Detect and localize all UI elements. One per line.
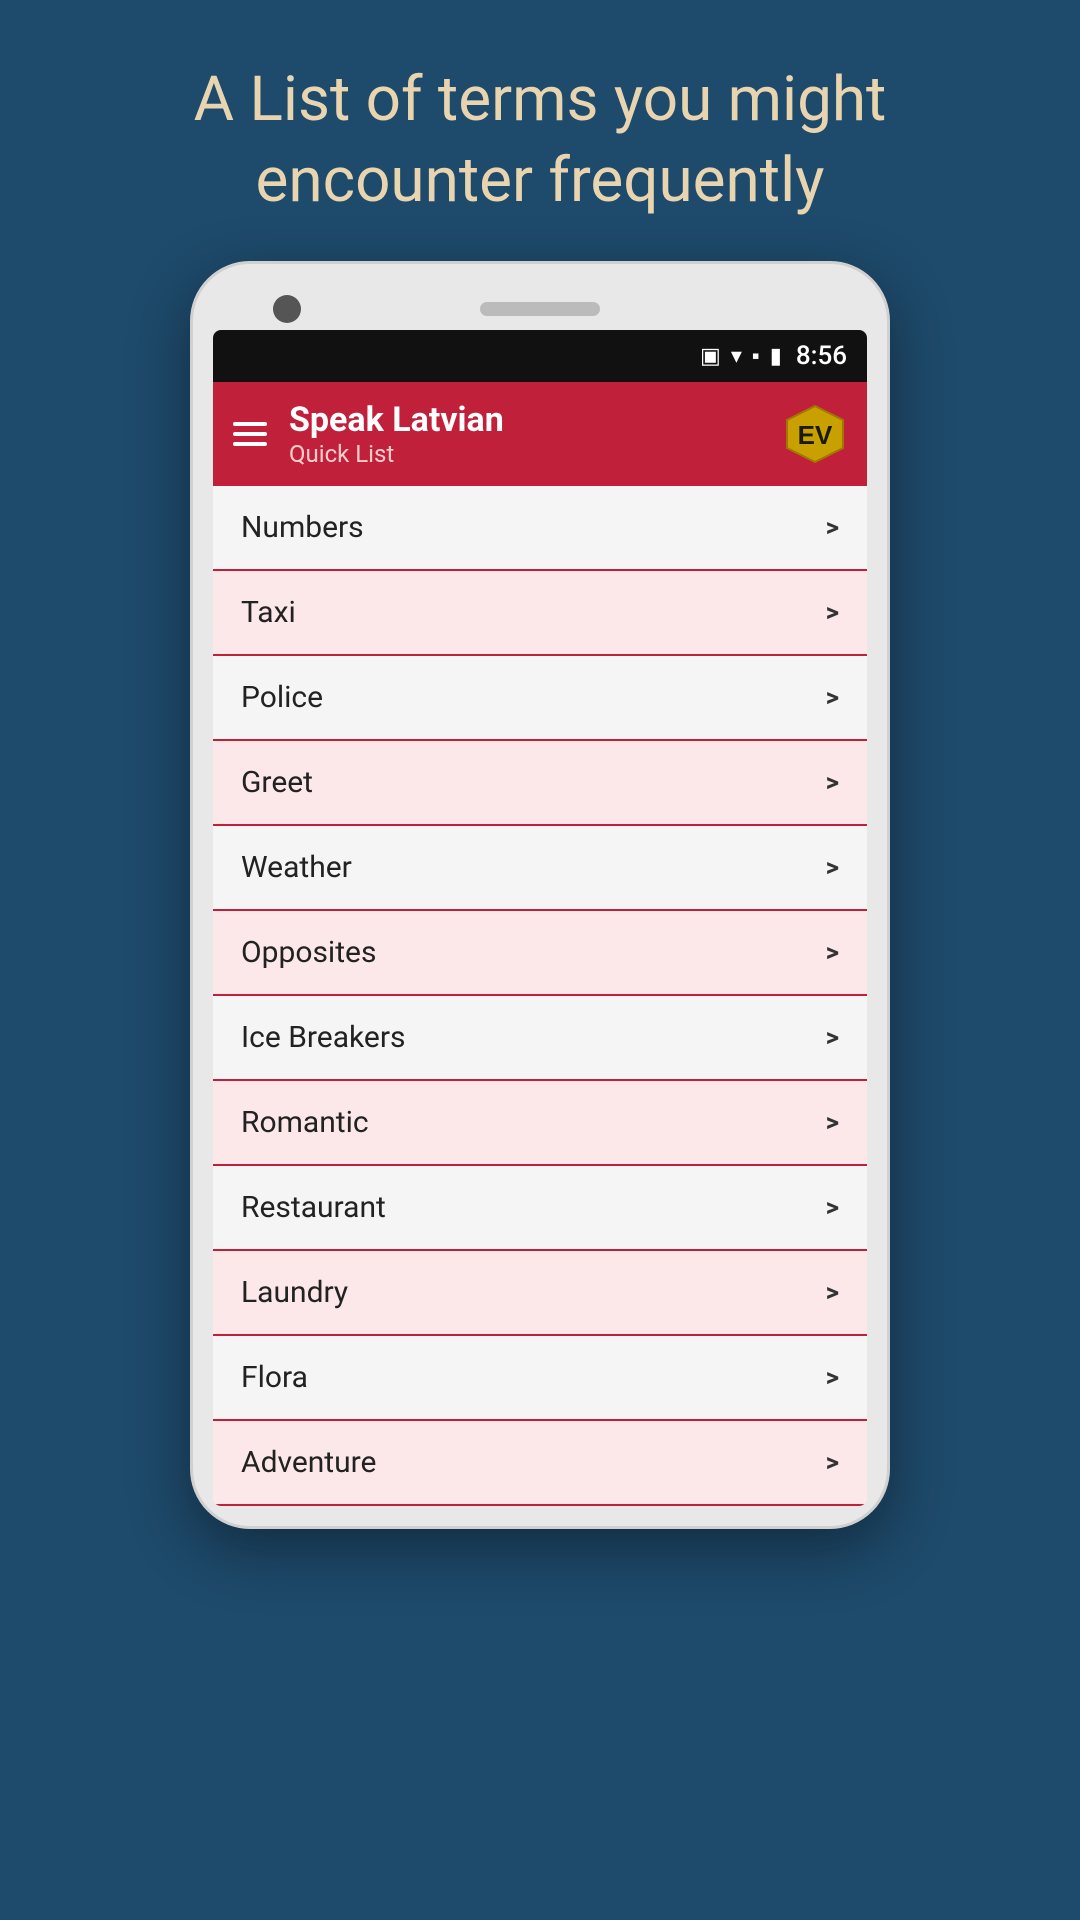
list-item-label: Laundry: [241, 1275, 348, 1310]
list-item-arrow-icon: >: [826, 1278, 839, 1308]
app-subtitle: Quick List: [289, 440, 761, 468]
app-bar-titles: Speak Latvian Quick List: [289, 400, 761, 468]
list-item-label: Flora: [241, 1360, 308, 1395]
list-item-arrow-icon: >: [826, 853, 839, 883]
list-item-arrow-icon: >: [826, 1108, 839, 1138]
list-item[interactable]: Adventure >: [213, 1421, 867, 1506]
list-item-arrow-icon: >: [826, 1193, 839, 1223]
svg-text:EV: EV: [798, 420, 833, 450]
list-item-arrow-icon: >: [826, 1448, 839, 1478]
signal-icon: ▪: [752, 343, 760, 369]
list-item[interactable]: Romantic >: [213, 1081, 867, 1166]
phone-top-bar: [213, 284, 867, 330]
status-bar: ▣ ▾ ▪ ▮ 8:56: [213, 330, 867, 382]
list-item-label: Ice Breakers: [241, 1020, 406, 1055]
list-item-arrow-icon: >: [826, 938, 839, 968]
list-item[interactable]: Flora >: [213, 1336, 867, 1421]
list-item[interactable]: Police >: [213, 656, 867, 741]
status-time: 8:56: [796, 341, 847, 371]
list-item-label: Restaurant: [241, 1190, 386, 1225]
list-item-label: Greet: [241, 765, 313, 800]
list-item[interactable]: Greet >: [213, 741, 867, 826]
list-item-label: Adventure: [241, 1445, 376, 1480]
list-item-arrow-icon: >: [826, 768, 839, 798]
phone-speaker: [480, 302, 600, 316]
phone-camera: [273, 295, 301, 323]
phone-frame: ▣ ▾ ▪ ▮ 8:56 Speak Latvian Quick List EV: [190, 261, 890, 1529]
phone-screen: ▣ ▾ ▪ ▮ 8:56 Speak Latvian Quick List EV: [213, 330, 867, 1506]
status-icons: ▣ ▾ ▪ ▮: [700, 343, 782, 369]
hamburger-line-2: [233, 432, 267, 436]
list-item-label: Taxi: [241, 595, 296, 630]
wifi-icon: ▾: [731, 344, 742, 369]
battery-icon: ▮: [770, 344, 782, 369]
list-item[interactable]: Laundry >: [213, 1251, 867, 1336]
list-item-label: Police: [241, 680, 323, 715]
list-item[interactable]: Ice Breakers >: [213, 996, 867, 1081]
list-item[interactable]: Numbers >: [213, 486, 867, 571]
page-header: A List of terms you might encounter freq…: [0, 0, 1080, 261]
app-logo: EV: [783, 402, 847, 466]
list-item[interactable]: Restaurant >: [213, 1166, 867, 1251]
list-item-label: Numbers: [241, 510, 364, 545]
list-item[interactable]: Opposites >: [213, 911, 867, 996]
list-item-label: Opposites: [241, 935, 376, 970]
hamburger-line-1: [233, 422, 267, 426]
list-item-arrow-icon: >: [826, 513, 839, 543]
app-bar: Speak Latvian Quick List EV: [213, 382, 867, 486]
list-item-arrow-icon: >: [826, 598, 839, 628]
list-item[interactable]: Taxi >: [213, 571, 867, 656]
list-item-arrow-icon: >: [826, 1363, 839, 1393]
hamburger-menu[interactable]: [233, 422, 267, 446]
list-item-arrow-icon: >: [826, 1023, 839, 1053]
list-item[interactable]: Weather >: [213, 826, 867, 911]
list-item-label: Weather: [241, 850, 352, 885]
list-item-label: Romantic: [241, 1105, 369, 1140]
vibrate-icon: ▣: [700, 344, 721, 369]
app-title: Speak Latvian: [289, 400, 761, 440]
list-item-arrow-icon: >: [826, 683, 839, 713]
hamburger-line-3: [233, 442, 267, 446]
list-container: Numbers>Taxi>Police>Greet>Weather>Opposi…: [213, 486, 867, 1506]
